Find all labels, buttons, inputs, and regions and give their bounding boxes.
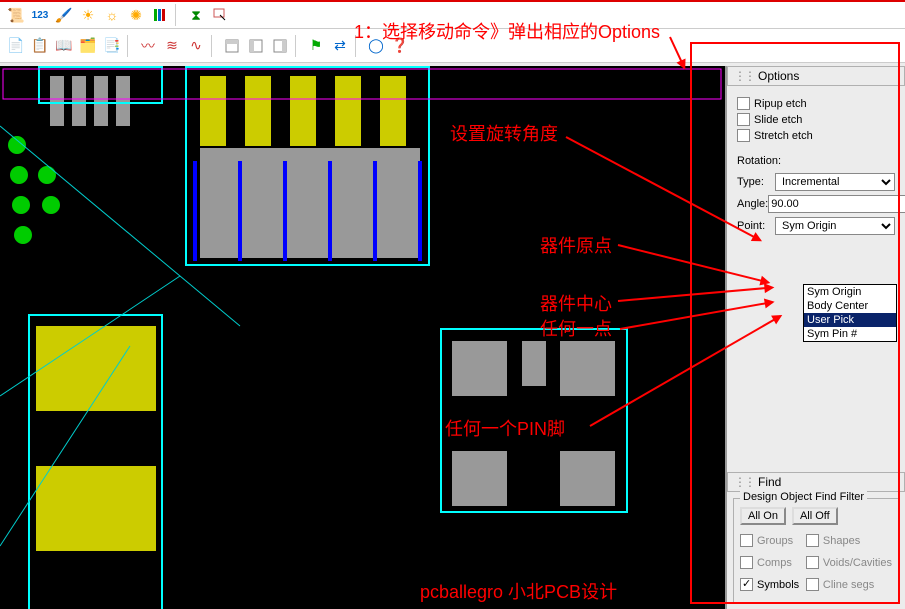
stretch-etch-checkbox[interactable] [737, 129, 750, 142]
type-select[interactable]: Incremental [775, 173, 895, 191]
toolbar-row-2: 📄 📋 📖 🗂️ 📑 〰 ≋ ∿ ⚑ ⇄ ◯ ❓ [0, 29, 905, 63]
tb-checklist-icon[interactable]: 📑 [100, 35, 124, 57]
point-select[interactable]: Sym Origin [775, 217, 895, 235]
toolbar-row-1: 📜 123 🖌️ ☀ ☼ ✺ ⧗ [0, 0, 905, 29]
tb-script-icon[interactable]: 📜 [4, 4, 28, 26]
sidebar: ⋮⋮ Options Ripup etch Slide etch Stretch… [725, 66, 905, 609]
ripup-etch-label: Ripup etch [754, 98, 807, 110]
angle-input[interactable] [768, 195, 905, 213]
find-panel-title: ⋮⋮ Find [727, 472, 905, 492]
find-filter-group: Design Object Find Filter All On All Off… [733, 498, 899, 603]
tb-wave1-icon[interactable]: 〰 [136, 35, 160, 57]
tb-grid2-icon[interactable] [244, 35, 268, 57]
point-label: Point: [737, 220, 775, 232]
tb-copy-icon[interactable]: 📋 [28, 35, 52, 57]
symbols-checkbox[interactable] [740, 578, 753, 591]
tb-flag-icon[interactable]: ⚑ [304, 35, 328, 57]
tb-paint-icon[interactable]: 🖌️ [52, 4, 76, 26]
tb-select-icon[interactable] [208, 4, 232, 26]
pcb-canvas[interactable] [0, 66, 725, 609]
type-label: Type: [737, 176, 775, 188]
tb-sun2-icon[interactable]: ☼ [100, 4, 124, 26]
slide-etch-checkbox[interactable] [737, 113, 750, 126]
filter-voids[interactable]: Voids/Cavities [806, 556, 892, 569]
angle-row: Angle: [737, 195, 895, 213]
tb-stack-icon[interactable]: 🗂️ [76, 35, 100, 57]
shapes-checkbox[interactable] [806, 534, 819, 547]
type-row: Type: Incremental [737, 173, 895, 191]
voids-checkbox[interactable] [806, 556, 819, 569]
tb-circle-icon[interactable]: ◯ [364, 35, 388, 57]
slide-etch-row[interactable]: Slide etch [737, 113, 895, 126]
clinesegs-checkbox[interactable] [806, 578, 819, 591]
groups-checkbox[interactable] [740, 534, 753, 547]
filter-shapes[interactable]: Shapes [806, 534, 892, 547]
stretch-etch-row[interactable]: Stretch etch [737, 129, 895, 142]
tb-grid3-icon[interactable] [268, 35, 292, 57]
filter-groups[interactable]: Groups [740, 534, 802, 547]
filter-symbols[interactable]: Symbols [740, 578, 802, 591]
tb-layers-icon[interactable] [148, 4, 172, 26]
filter-clinesegs[interactable]: Cline segs [806, 578, 892, 591]
grip-icon: ⋮⋮ [734, 475, 754, 489]
point-dropdown-list[interactable]: Sym Origin Body Center User Pick Sym Pin… [803, 284, 897, 342]
options-title-text: Options [758, 69, 799, 83]
comps-checkbox[interactable] [740, 556, 753, 569]
tb-sun3-icon[interactable]: ✺ [124, 4, 148, 26]
angle-label: Angle: [737, 198, 768, 210]
tb-wave3-icon[interactable]: ∿ [184, 35, 208, 57]
point-row: Point: Sym Origin [737, 217, 895, 235]
tb-grid1-icon[interactable] [220, 35, 244, 57]
tb-numbers-icon[interactable]: 123 [28, 4, 52, 26]
tb-hourglass-icon[interactable]: ⧗ [184, 4, 208, 26]
main-area: ⋮⋮ Options Ripup etch Slide etch Stretch… [0, 66, 905, 609]
tb-help-icon[interactable]: ❓ [388, 35, 412, 57]
dropdown-item-sym-pin[interactable]: Sym Pin # [804, 327, 896, 341]
slide-etch-label: Slide etch [754, 114, 802, 126]
stretch-etch-label: Stretch etch [754, 130, 813, 142]
rotation-label: Rotation: [737, 155, 895, 167]
options-panel-title: ⋮⋮ Options [727, 66, 905, 86]
tb-book-icon[interactable]: 📖 [52, 35, 76, 57]
tb-arrows-icon[interactable]: ⇄ [328, 35, 352, 57]
dropdown-item-sym-origin[interactable]: Sym Origin [804, 285, 896, 299]
dropdown-item-body-center[interactable]: Body Center [804, 299, 896, 313]
tb-new-icon[interactable]: 📄 [4, 35, 28, 57]
ripup-etch-row[interactable]: Ripup etch [737, 97, 895, 110]
filter-comps[interactable]: Comps [740, 556, 802, 569]
all-off-button[interactable]: All Off [792, 507, 838, 525]
find-title-text: Find [758, 475, 781, 489]
ripup-etch-checkbox[interactable] [737, 97, 750, 110]
grip-icon: ⋮⋮ [734, 69, 754, 83]
options-panel-body: Ripup etch Slide etch Stretch etch Rotat… [727, 86, 905, 472]
tb-sun1-icon[interactable]: ☀ [76, 4, 100, 26]
find-group-title: Design Object Find Filter [740, 491, 867, 503]
dropdown-item-user-pick[interactable]: User Pick [804, 313, 896, 327]
tb-wave2-icon[interactable]: ≋ [160, 35, 184, 57]
all-on-button[interactable]: All On [740, 507, 786, 525]
